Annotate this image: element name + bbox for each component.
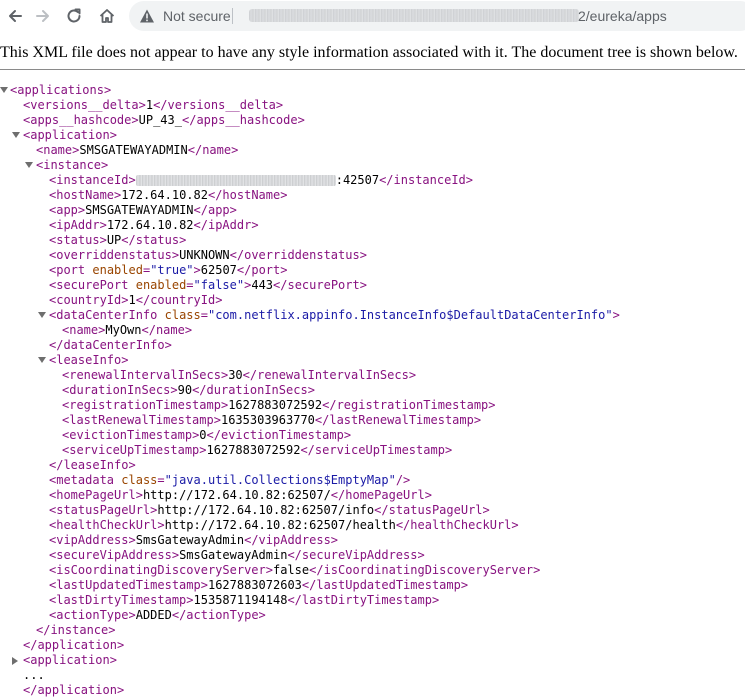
instance-id-redacted (135, 175, 336, 186)
xml-line: <metadata class="java.util.Collections$E… (49, 473, 411, 487)
xml-line: <status>UP</status> (49, 233, 187, 247)
xml-line: <securePort enabled="false">443</secureP… (49, 278, 367, 292)
xml-line: <secureVipAddress>SmsGatewayAdmin</secur… (49, 548, 425, 562)
xml-line: <ipAddr>172.64.10.82</ipAddr> (49, 218, 259, 232)
xml-line: <statusPageUrl>http://172.64.10.82:62507… (49, 503, 490, 517)
collapse-triangle-icon[interactable] (38, 312, 46, 318)
xml-line: <lastRenewalTimestamp>1635303963770</las… (62, 413, 482, 427)
collapse-triangle-icon[interactable] (38, 357, 46, 363)
xml-document-tree: <applications> <versions__delta>1</versi… (0, 0, 745, 700)
xml-line: <app>SMSGATEWAYADMIN</app> (49, 203, 237, 217)
xml-line: <instanceId>:42507</instanceId> (49, 173, 474, 187)
xml-line: <instance> (36, 158, 109, 172)
xml-line: <vipAddress>SmsGatewayAdmin</vipAddress> (49, 533, 339, 547)
xml-line: </leaseInfo> (49, 458, 136, 472)
collapse-triangle-icon[interactable] (0, 87, 8, 93)
xml-line: <apps__hashcode>UP_43_</apps__hashcode> (23, 113, 305, 127)
xml-ellipsis: ... (23, 668, 45, 682)
xml-line: <countryId>1</countryId> (49, 293, 223, 307)
xml-line: <homePageUrl>http://172.64.10.82:62507/<… (49, 488, 432, 502)
xml-line: <serviceUpTimestamp>1627883072592</servi… (62, 443, 453, 457)
xml-line: <name>SMSGATEWAYADMIN</name> (36, 143, 239, 157)
xml-line: <versions__delta>1</versions__delta> (23, 98, 284, 112)
xml-line: <lastDirtyTimestamp>1535871194148</lastD… (49, 593, 440, 607)
xml-line: </application> (23, 683, 125, 697)
xml-line: <overriddenstatus>UNKNOWN</overriddensta… (49, 248, 367, 262)
xml-line: <hostName>172.64.10.82</hostName> (49, 188, 288, 202)
xml-line: <lastUpdatedTimestamp>1627883072603</las… (49, 578, 469, 592)
xml-line: <renewalIntervalInSecs>30</renewalInterv… (62, 368, 417, 382)
xml-line: <isCoordinatingDiscoveryServer>false</is… (49, 563, 541, 577)
xml-line: <registrationTimestamp>1627883072592</re… (62, 398, 496, 412)
xml-line: <name>MyOwn</name> (62, 323, 193, 337)
xml-line: </application> (23, 638, 125, 652)
xml-line: <dataCenterInfo class="com.netflix.appin… (49, 308, 620, 322)
xml-line: </instance> (36, 623, 116, 637)
xml-line: <application> (23, 128, 117, 142)
xml-line: <actionType>ADDED</actionType> (49, 608, 266, 622)
xml-line: <application> (23, 653, 117, 667)
xml-line: <healthCheckUrl>http://172.64.10.82:6250… (49, 518, 519, 532)
xml-line: <leaseInfo> (49, 353, 129, 367)
xml-line: <port enabled="true">62507</port> (49, 263, 288, 277)
expand-triangle-icon[interactable] (12, 657, 18, 665)
xml-line: </dataCenterInfo> (49, 338, 172, 352)
xml-line: <durationInSecs>90</durationInSecs> (62, 383, 315, 397)
xml-line: <evictionTimestamp>0</evictionTimestamp> (62, 428, 352, 442)
collapse-triangle-icon[interactable] (12, 132, 20, 138)
collapse-triangle-icon[interactable] (25, 162, 33, 168)
xml-line: <applications> (10, 83, 112, 97)
